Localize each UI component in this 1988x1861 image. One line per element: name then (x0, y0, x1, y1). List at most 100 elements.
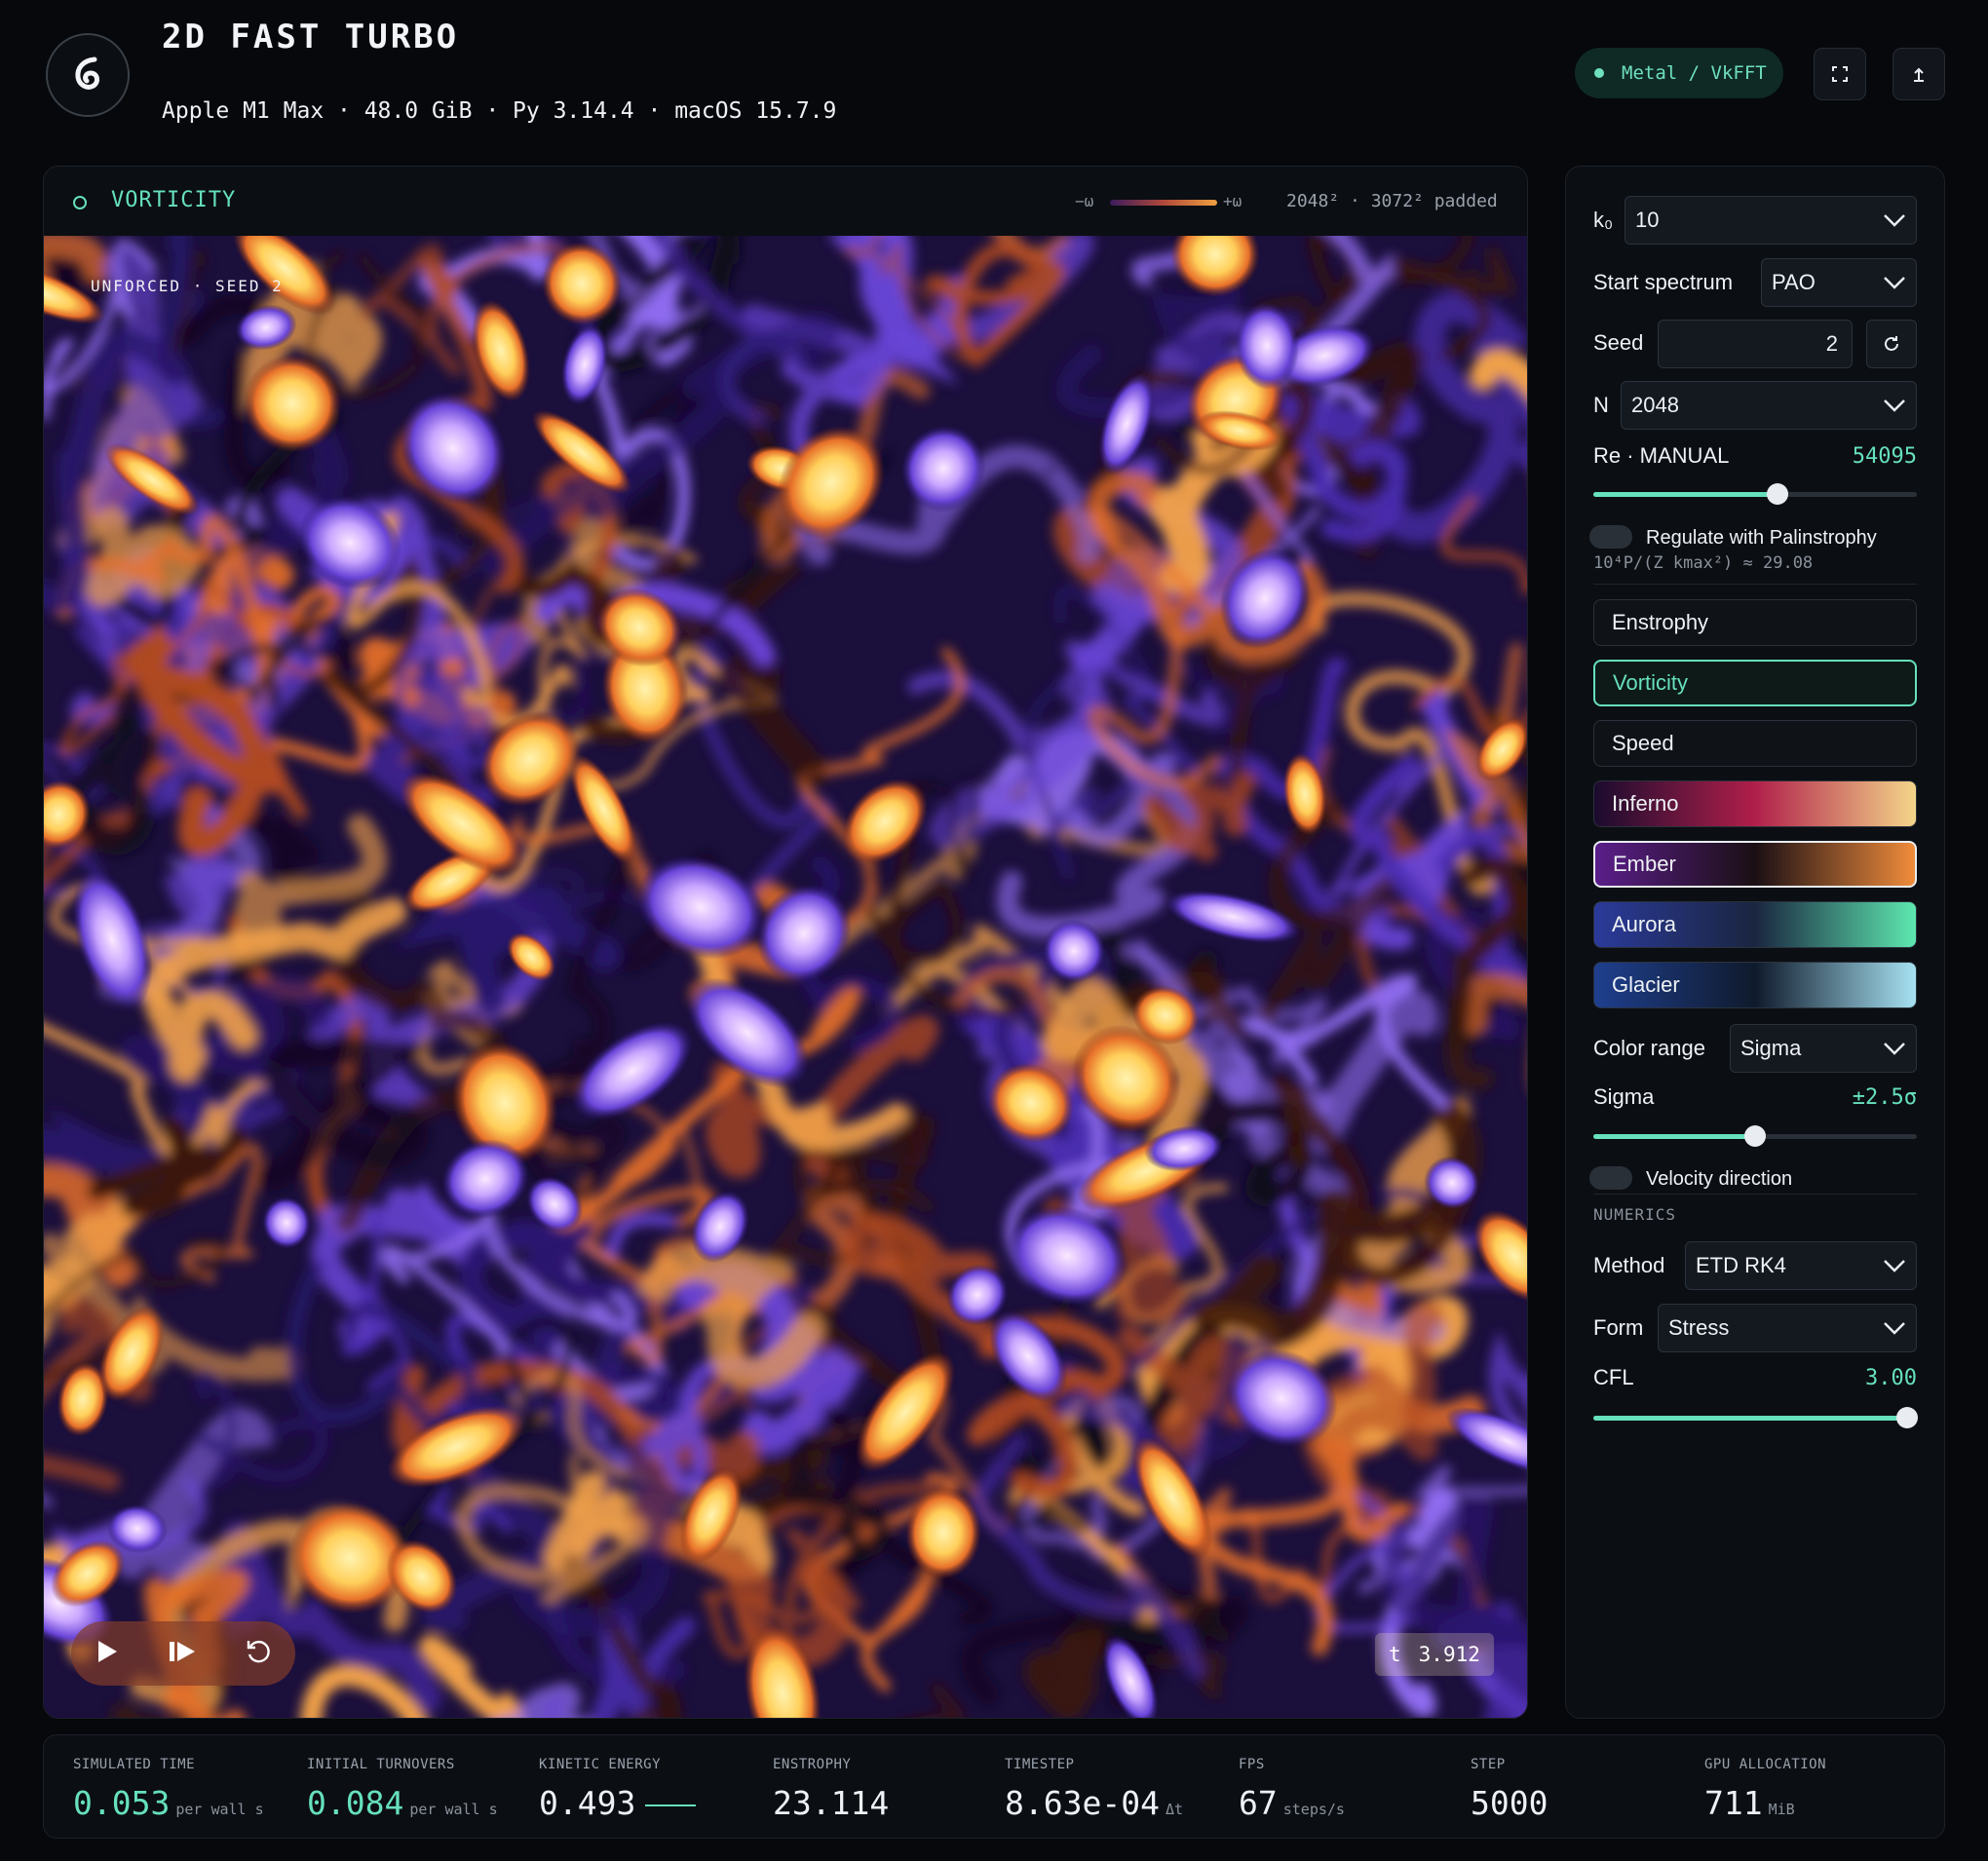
velocity-toggle[interactable] (1589, 1166, 1632, 1190)
stat-label: TIMESTEP (1005, 1757, 1075, 1772)
stat-unit: steps/s (1282, 1801, 1345, 1818)
sigma-slider[interactable] (1593, 1125, 1917, 1147)
vorticity-canvas[interactable]: UNFORCED · SEED 2 (44, 236, 1527, 1718)
cfl-slider-handle[interactable] (1896, 1407, 1919, 1428)
seed-label: Seed (1593, 330, 1644, 355)
chevron-down-icon (1884, 277, 1905, 289)
field-indicator-icon (73, 196, 87, 209)
stat-label: FPS (1239, 1757, 1265, 1772)
stat-value-row: 8.63e-04 Δt (1005, 1784, 1183, 1822)
stat-label: INITIAL TURNOVERS (307, 1757, 455, 1772)
colormap-option-label: Ember (1613, 852, 1676, 876)
seed-value: 2 (1825, 331, 1838, 356)
backend-label: Metal / VkFFT (1622, 62, 1767, 84)
seed-input[interactable]: 2 (1658, 320, 1853, 368)
legend-neg: −ω (1075, 192, 1094, 210)
velocity-row: Velocity direction (1646, 1164, 1917, 1194)
colormap-option-ember[interactable]: Ember (1593, 841, 1917, 888)
stat-value-row: 0.053 per wall s (73, 1784, 264, 1822)
start-spectrum-select[interactable]: PAO (1761, 258, 1917, 307)
colormap-option-inferno[interactable]: Inferno (1593, 780, 1917, 827)
stat-unit: per wall s (409, 1801, 498, 1818)
chevron-down-icon (1884, 399, 1905, 412)
regulate-label: Regulate with Palinstrophy (1646, 526, 1877, 549)
sigma-row: Sigma ±2.5σ (1593, 1082, 1917, 1112)
re-row: Re · MANUAL 54095 (1593, 441, 1917, 471)
sigma-value: ±2.5σ (1852, 1084, 1917, 1110)
colorbar (1110, 200, 1217, 206)
reset-icon (247, 1640, 270, 1662)
stat-unit: MiB (1768, 1801, 1795, 1818)
colormap-option-glacier[interactable]: Glacier (1593, 962, 1917, 1008)
stat-value: 0.084 (307, 1784, 404, 1822)
stat-value-row: 67 steps/s (1239, 1784, 1345, 1822)
play-button[interactable] (96, 1639, 119, 1669)
viewer-panel: VORTICITY −ω +ω 2048² · 3072² padded UNF… (43, 166, 1528, 1719)
field-option-enstrophy[interactable]: Enstrophy (1593, 599, 1917, 646)
time-value: 3.912 (1418, 1643, 1480, 1666)
step-forward-icon (170, 1641, 195, 1661)
stat-value-row: 711 MiB (1704, 1784, 1795, 1822)
reset-button[interactable] (246, 1639, 271, 1669)
stat-value: 0.053 (73, 1784, 171, 1822)
color-range-label: Color range (1593, 1036, 1705, 1060)
cfl-slider-fill (1593, 1416, 1908, 1421)
divider (1593, 584, 1917, 585)
method-label: Method (1593, 1253, 1665, 1277)
resolution-label: 2048² · 3072² padded (1286, 191, 1498, 211)
refresh-icon (1885, 336, 1898, 351)
cfl-row: CFL 3.00 (1593, 1363, 1917, 1392)
stat-label: ENSTROPHY (773, 1757, 852, 1772)
export-icon (1914, 67, 1924, 82)
start-spectrum-label: Start spectrum (1593, 270, 1734, 294)
stat-label: GPU ALLOCATION (1704, 1757, 1827, 1772)
backend-badge[interactable]: Metal / VkFFT (1575, 48, 1783, 98)
field-option-label: Speed (1612, 731, 1674, 755)
k0-select[interactable]: 10 (1625, 196, 1917, 245)
colormap-option-label: Inferno (1612, 791, 1679, 816)
velocity-label: Velocity direction (1646, 1167, 1793, 1190)
method-value: ETD RK4 (1696, 1253, 1786, 1277)
stat-value: 8.63e-04 (1005, 1784, 1160, 1822)
field-option-vorticity[interactable]: Vorticity (1593, 660, 1917, 706)
field-option-speed[interactable]: Speed (1593, 720, 1917, 767)
method-select[interactable]: ETD RK4 (1685, 1241, 1917, 1290)
stat-unit: per wall s (175, 1801, 264, 1818)
stat-value: 23.114 (773, 1784, 890, 1822)
color-range-select[interactable]: Sigma (1730, 1024, 1917, 1073)
re-slider-fill (1593, 492, 1778, 497)
k0-label: k₀ (1593, 208, 1614, 232)
regulate-toggle[interactable] (1589, 525, 1632, 549)
field-label: VORTICITY (111, 188, 237, 212)
colormap-option-label: Aurora (1612, 912, 1677, 936)
step-button[interactable] (168, 1640, 197, 1668)
k0-value: 10 (1635, 208, 1660, 232)
form-label: Form (1593, 1315, 1644, 1340)
fullscreen-icon (1832, 66, 1848, 82)
stat-value: 5000 (1471, 1784, 1548, 1822)
reseed-button[interactable] (1866, 320, 1917, 368)
re-slider[interactable] (1593, 483, 1917, 505)
time-label: t (1389, 1643, 1401, 1666)
play-icon (98, 1640, 117, 1662)
sigma-slider-handle[interactable] (1744, 1125, 1766, 1147)
numerics-header: NUMERICS (1593, 1205, 1677, 1224)
stat-value-row: 5000 (1471, 1784, 1548, 1822)
chevron-down-icon (1884, 1322, 1905, 1335)
cfl-slider[interactable] (1593, 1407, 1919, 1428)
n-select[interactable]: 2048 (1621, 381, 1917, 430)
system-info: Apple M1 Max · 48.0 GiB · Py 3.14.4 · ma… (162, 98, 837, 124)
colormap-option-aurora[interactable]: Aurora (1593, 901, 1917, 948)
stat-label: STEP (1471, 1757, 1506, 1772)
cfl-value: 3.00 (1865, 1365, 1917, 1390)
regulate-row: Regulate with Palinstrophy (1646, 523, 1917, 552)
app-logo (46, 33, 130, 117)
fullscreen-button[interactable] (1814, 48, 1866, 100)
re-slider-handle[interactable] (1767, 483, 1789, 505)
stat-value: 67 (1239, 1784, 1278, 1822)
export-button[interactable] (1892, 48, 1945, 100)
form-select[interactable]: Stress (1658, 1304, 1917, 1352)
stat-value: 711 (1704, 1784, 1763, 1822)
n-value: 2048 (1631, 393, 1679, 417)
stat-value: 0.493 (539, 1784, 636, 1822)
